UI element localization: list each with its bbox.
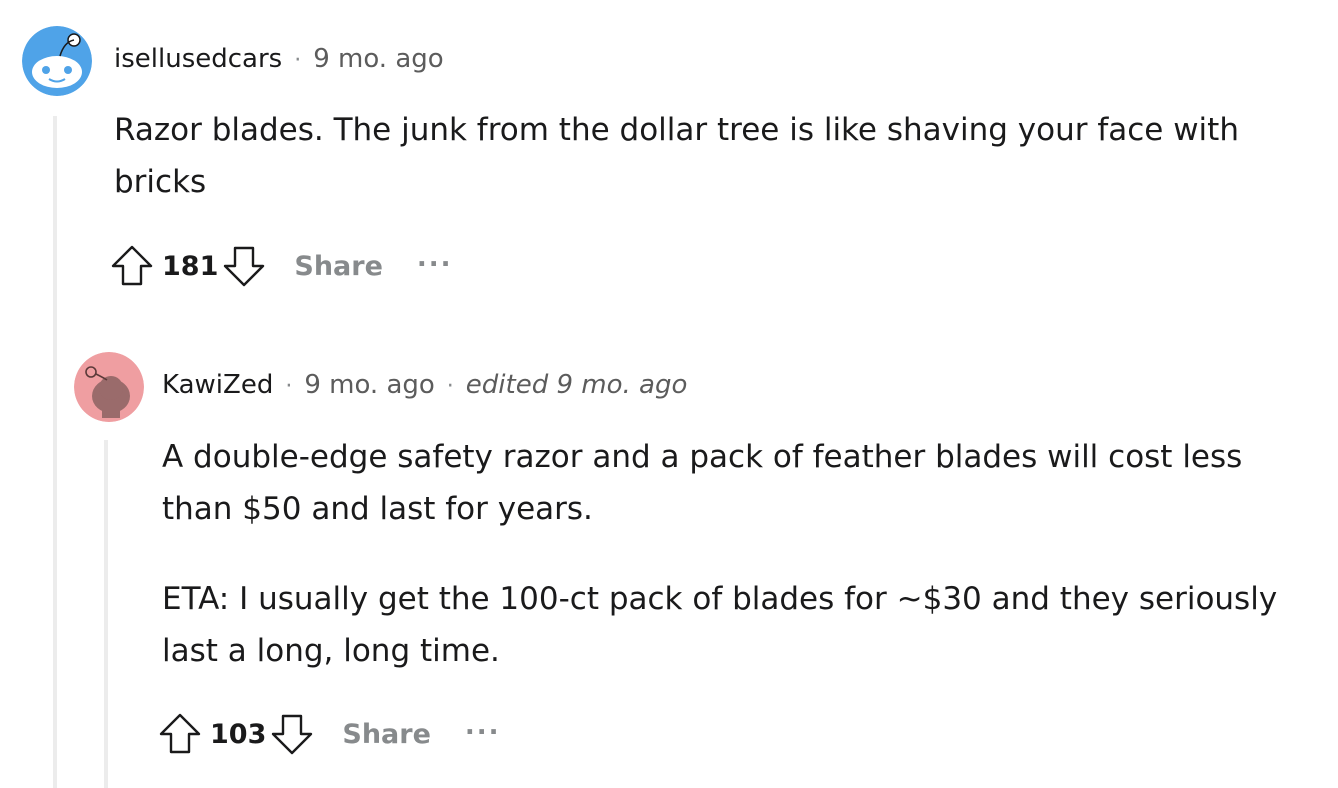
avatar[interactable] xyxy=(22,26,92,96)
downvote-icon[interactable] xyxy=(220,242,268,290)
avatar[interactable] xyxy=(74,352,144,422)
separator-dot: · xyxy=(446,374,454,399)
share-button[interactable]: Share xyxy=(294,251,383,282)
snoo-avatar-icon xyxy=(74,352,144,422)
thread-line-inner[interactable] xyxy=(104,440,108,788)
separator-dot: · xyxy=(294,48,302,73)
vote-count: 181 xyxy=(162,250,219,282)
comment-actions: 103 Share ... xyxy=(156,706,501,762)
comment-meta: isellusedcars · 9 mo. ago xyxy=(114,44,444,74)
comment-meta: KawiZed · 9 mo. ago · edited 9 mo. ago xyxy=(162,370,687,400)
comment-body-paragraph: A double-edge safety razor and a pack of… xyxy=(162,439,1243,527)
vote-count: 103 xyxy=(210,718,267,750)
share-button[interactable]: Share xyxy=(342,719,431,750)
comment-body: Razor blades. The junk from the dollar t… xyxy=(114,112,1239,200)
timestamp[interactable]: 9 mo. ago xyxy=(313,44,443,74)
upvote-icon[interactable] xyxy=(108,242,156,290)
separator-dot: · xyxy=(285,374,293,399)
more-options-icon[interactable]: ... xyxy=(465,711,501,741)
username[interactable]: isellusedcars xyxy=(114,44,282,74)
more-options-icon[interactable]: ... xyxy=(417,243,453,273)
username[interactable]: KawiZed xyxy=(162,370,273,400)
timestamp[interactable]: 9 mo. ago xyxy=(304,370,434,400)
edited-label: edited 9 mo. ago xyxy=(465,370,688,400)
snoo-avatar-icon xyxy=(22,26,92,96)
comment-body-paragraph: ETA: I usually get the 100-ct pack of bl… xyxy=(162,581,1278,669)
downvote-icon[interactable] xyxy=(268,710,316,758)
thread-line-outer[interactable] xyxy=(53,116,57,788)
comment-actions: 181 Share ... xyxy=(108,238,453,294)
upvote-icon[interactable] xyxy=(156,710,204,758)
